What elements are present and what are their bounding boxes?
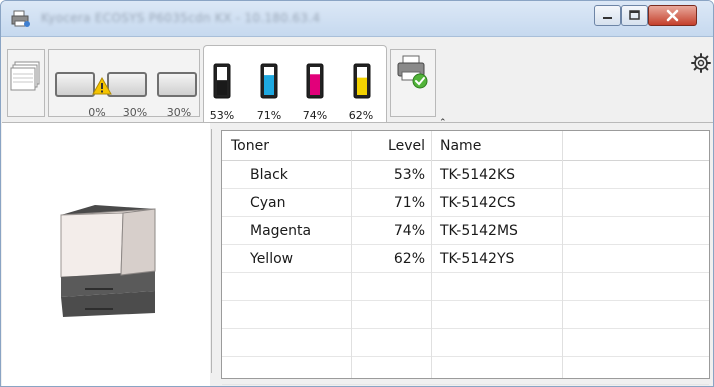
toner-name-cell: TK-5142MS xyxy=(440,223,518,239)
column-header-toner[interactable]: Toner xyxy=(222,131,351,160)
toner-level-cell: 74% xyxy=(393,223,425,239)
tab-toner[interactable]: 53% 71% 74% 62% xyxy=(203,45,387,123)
tray-2-icon xyxy=(107,72,147,97)
warning-icon xyxy=(92,77,112,95)
table-header-row: Toner Level Name xyxy=(222,131,709,161)
table-row[interactable]: Cyan 71% TK-5142CS xyxy=(222,189,709,217)
toner-level-cell: 62% xyxy=(393,251,425,267)
tab-paper-trays[interactable]: 0% 30% 30% xyxy=(48,49,200,119)
tray-3-icon xyxy=(157,72,197,97)
device-status-icon xyxy=(397,55,428,89)
toner-magenta-icon xyxy=(306,63,324,99)
toner-color-cell: Yellow xyxy=(250,251,294,267)
column-divider xyxy=(562,131,563,378)
table-row[interactable]: Yellow 62% TK-5142YS xyxy=(222,245,709,273)
column-divider xyxy=(351,131,352,378)
toner-magenta-level: 74% xyxy=(302,109,328,122)
column-divider xyxy=(431,131,432,378)
minimize-button[interactable] xyxy=(594,5,621,26)
toner-color-cell: Black xyxy=(250,167,288,183)
table-row[interactable]: Black 53% TK-5142KS xyxy=(222,161,709,189)
toner-black-icon xyxy=(213,63,231,99)
close-icon xyxy=(666,9,679,22)
pane-divider xyxy=(211,129,212,373)
toner-yellow-icon xyxy=(353,63,371,99)
empty-table-row xyxy=(222,357,709,385)
toner-color-cell: Cyan xyxy=(250,195,286,211)
tab-device-status[interactable] xyxy=(390,49,436,117)
maximize-icon xyxy=(629,10,640,20)
toner-black-level: 53% xyxy=(209,109,235,122)
maximize-button[interactable] xyxy=(621,5,648,26)
empty-table-row xyxy=(222,301,709,329)
tab-bar: 0% 30% 30% 53% 71% 74% 62% ⌃ xyxy=(2,37,713,128)
toner-color-cell: Magenta xyxy=(250,223,312,239)
toner-yellow-level: 62% xyxy=(348,109,374,122)
toner-name-cell: TK-5142CS xyxy=(440,195,516,211)
window-title: Kyocera ECOSYS P6035cdn KX - 10.180.63.4 xyxy=(41,11,321,25)
toner-cyan-icon xyxy=(260,63,278,99)
status-monitor-window: Kyocera ECOSYS P6035cdn KX - 10.180.63.4… xyxy=(0,0,714,387)
column-header-name[interactable]: Name xyxy=(431,131,562,160)
close-button[interactable] xyxy=(648,5,697,26)
gear-icon[interactable] xyxy=(691,53,711,73)
toner-table: Toner Level Name Black 53% TK-5142KS Cya… xyxy=(221,130,710,385)
toner-level-cell: 53% xyxy=(393,167,425,183)
toner-name-cell: TK-5142YS xyxy=(440,251,515,267)
table-row[interactable]: Magenta 74% TK-5142MS xyxy=(222,217,709,245)
tray-3-level: 30% xyxy=(166,106,192,119)
tray-2-level: 30% xyxy=(122,106,148,119)
toner-level-cell: 71% xyxy=(393,195,425,211)
tray-1-level: 0% xyxy=(88,106,106,119)
toner-name-cell: TK-5142KS xyxy=(440,167,516,183)
tab-paper[interactable] xyxy=(7,49,45,117)
toner-cyan-level: 71% xyxy=(256,109,282,122)
minimize-icon xyxy=(603,17,612,19)
column-header-level[interactable]: Level xyxy=(351,131,431,160)
printer-illustration xyxy=(60,205,156,317)
tray-1-icon xyxy=(55,72,95,97)
printer-app-icon xyxy=(11,10,30,27)
collapse-icon[interactable]: ⌃ xyxy=(439,118,447,128)
paper-stack-icon xyxy=(10,61,40,91)
title-bar[interactable]: Kyocera ECOSYS P6035cdn KX - 10.180.63.4 xyxy=(1,1,713,37)
empty-table-row xyxy=(222,273,709,301)
empty-table-row xyxy=(222,329,709,357)
